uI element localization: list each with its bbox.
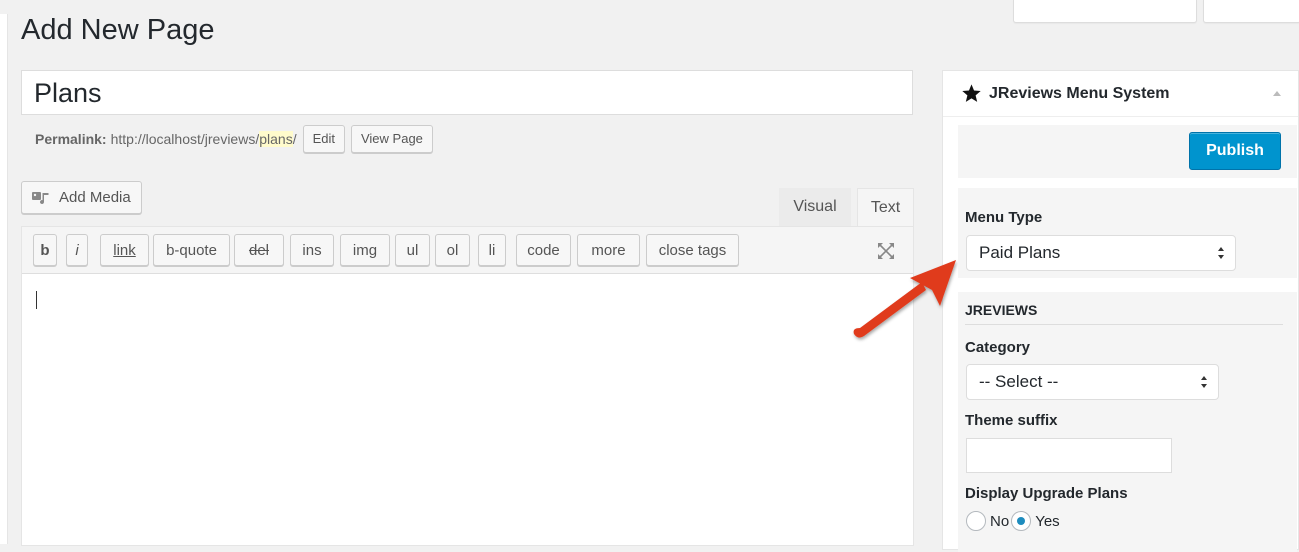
jreviews-section-title: JREVIEWS xyxy=(965,302,1283,325)
post-title-input[interactable]: Plans xyxy=(21,70,913,115)
collapse-arrow-icon[interactable] xyxy=(1272,89,1282,97)
admin-menu-edge xyxy=(0,14,8,544)
qt-more-button[interactable]: more xyxy=(577,234,640,266)
page-title: Add New Page xyxy=(21,14,215,46)
qt-code-button[interactable]: code xyxy=(516,234,571,266)
view-page-button[interactable]: View Page xyxy=(350,125,433,153)
select-arrows-icon xyxy=(1201,376,1207,388)
qt-li-button[interactable]: li xyxy=(478,234,506,266)
radio-no[interactable] xyxy=(966,511,986,531)
permalink-bar: Permalink: http://localhost/jreviews/pla… xyxy=(35,124,433,154)
qt-link-button[interactable]: link xyxy=(100,234,149,266)
category-label: Category xyxy=(965,339,1031,356)
quicktags-toolbar: b i link b-quote del ins img ul ol li co… xyxy=(22,227,913,274)
help-button[interactable] xyxy=(1203,0,1299,23)
media-icon xyxy=(32,191,49,204)
qt-close-tags-button[interactable]: close tags xyxy=(646,234,739,266)
radio-no-label: No xyxy=(990,512,1010,530)
jreviews-menu-metabox: JReviews Menu System Publish Menu Type P… xyxy=(942,70,1299,552)
category-select[interactable]: -- Select -- xyxy=(966,364,1219,400)
qt-italic-button[interactable]: i xyxy=(66,234,88,266)
text-cursor xyxy=(36,291,37,309)
qt-bquote-button[interactable]: b-quote xyxy=(153,234,230,266)
category-value: -- Select -- xyxy=(979,372,1059,391)
theme-suffix-label: Theme suffix xyxy=(965,412,1058,429)
radio-yes-label: Yes xyxy=(1035,512,1060,530)
radio-yes[interactable] xyxy=(1011,511,1032,531)
add-media-button[interactable]: Add Media xyxy=(21,181,142,214)
select-arrows-icon xyxy=(1218,247,1224,259)
metabox-header[interactable]: JReviews Menu System xyxy=(943,71,1298,117)
publish-button[interactable]: Publish xyxy=(1189,132,1281,170)
star-icon xyxy=(962,84,981,102)
tab-text[interactable]: Text xyxy=(857,188,914,226)
qt-ol-button[interactable]: ol xyxy=(435,234,470,266)
annotation-arrow xyxy=(853,260,956,338)
menu-type-select[interactable]: Paid Plans xyxy=(966,235,1236,271)
edit-permalink-button[interactable]: Edit xyxy=(302,125,345,153)
text-editor[interactable]: b i link b-quote del ins img ul ol li co… xyxy=(21,226,914,546)
display-upgrade-label: Display Upgrade Plans xyxy=(965,485,1128,502)
theme-suffix-input[interactable] xyxy=(966,438,1172,473)
qt-ul-button[interactable]: ul xyxy=(395,234,430,266)
permalink-base: http://localhost/jreviews/ xyxy=(110,131,260,147)
tab-visual[interactable]: Visual xyxy=(779,188,851,226)
qt-ins-button[interactable]: ins xyxy=(290,234,334,266)
display-upgrade-radio-group: No Yes xyxy=(966,511,1060,531)
screen-options-button[interactable] xyxy=(1013,0,1197,23)
menu-type-label: Menu Type xyxy=(965,209,1043,226)
permalink-trailing: / xyxy=(292,131,297,147)
qt-bold-button[interactable]: b xyxy=(33,234,57,266)
qt-img-button[interactable]: img xyxy=(340,234,390,266)
menu-type-value: Paid Plans xyxy=(979,243,1061,262)
metabox-title: JReviews Menu System xyxy=(989,84,1170,102)
add-media-label: Add Media xyxy=(59,189,131,206)
permalink-slug[interactable]: plans xyxy=(259,131,293,147)
qt-del-button[interactable]: del xyxy=(234,234,284,266)
permalink-label: Permalink: xyxy=(35,131,107,147)
